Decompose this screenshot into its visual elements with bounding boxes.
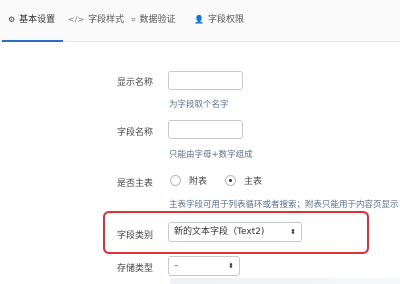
- cut-off-help-text: [170, 278, 400, 284]
- user-icon: 👤: [194, 15, 204, 24]
- is-main-radio-group: 附表 主表: [170, 174, 280, 187]
- is-main-label: 是否主表: [117, 179, 154, 189]
- tab-field-style[interactable]: </> 字段样式: [68, 0, 124, 41]
- crop-icon: ⌗: [131, 15, 136, 24]
- tab-label: 数据验证: [139, 15, 176, 25]
- radio-main-label: 主表: [244, 177, 263, 187]
- field-type-select[interactable]: 新的文本字段（Text2) ⬍: [168, 222, 302, 242]
- tab-data-validation[interactable]: ⌗ 数据验证: [131, 0, 176, 41]
- is-main-help: 主表字段可用于列表循环或者搜索；附表只能用于内容页显示: [169, 200, 399, 210]
- tab-bar: ⚙ 基本设置 </> 字段样式 ⌗ 数据验证 👤 字段权限: [0, 0, 400, 42]
- tab-label: 字段样式: [88, 15, 125, 25]
- code-icon: </>: [68, 15, 85, 24]
- tab-field-permissions[interactable]: 👤 字段权限: [194, 0, 244, 41]
- select-arrows-icon: ⬍: [290, 228, 296, 236]
- field-type-value: 新的文本字段（Text2): [174, 227, 265, 237]
- field-name-help: 只能由字母+数字组成: [169, 150, 253, 160]
- gear-icon: ⚙: [8, 15, 16, 24]
- select-arrows-icon: ⬍: [228, 262, 234, 270]
- tab-label: 字段权限: [207, 15, 244, 25]
- display-name-label: 显示名称: [117, 78, 154, 88]
- storage-type-select[interactable]: – ⬍: [168, 256, 240, 276]
- radio-main[interactable]: [225, 175, 237, 186]
- display-name-input[interactable]: [168, 71, 243, 90]
- tab-basic-settings[interactable]: ⚙ 基本设置: [1, 0, 64, 42]
- display-name-help: 为字段取个名字: [169, 100, 229, 110]
- storage-type-label: 存储类型: [117, 264, 154, 274]
- field-name-input[interactable]: [168, 120, 243, 139]
- tab-label: 基本设置: [19, 15, 56, 25]
- radio-appendix-label: 附表: [189, 177, 208, 187]
- radio-appendix[interactable]: [170, 175, 181, 186]
- storage-type-value: –: [174, 261, 179, 271]
- field-name-label: 字段名称: [117, 128, 154, 138]
- field-type-label: 字段类别: [117, 231, 154, 241]
